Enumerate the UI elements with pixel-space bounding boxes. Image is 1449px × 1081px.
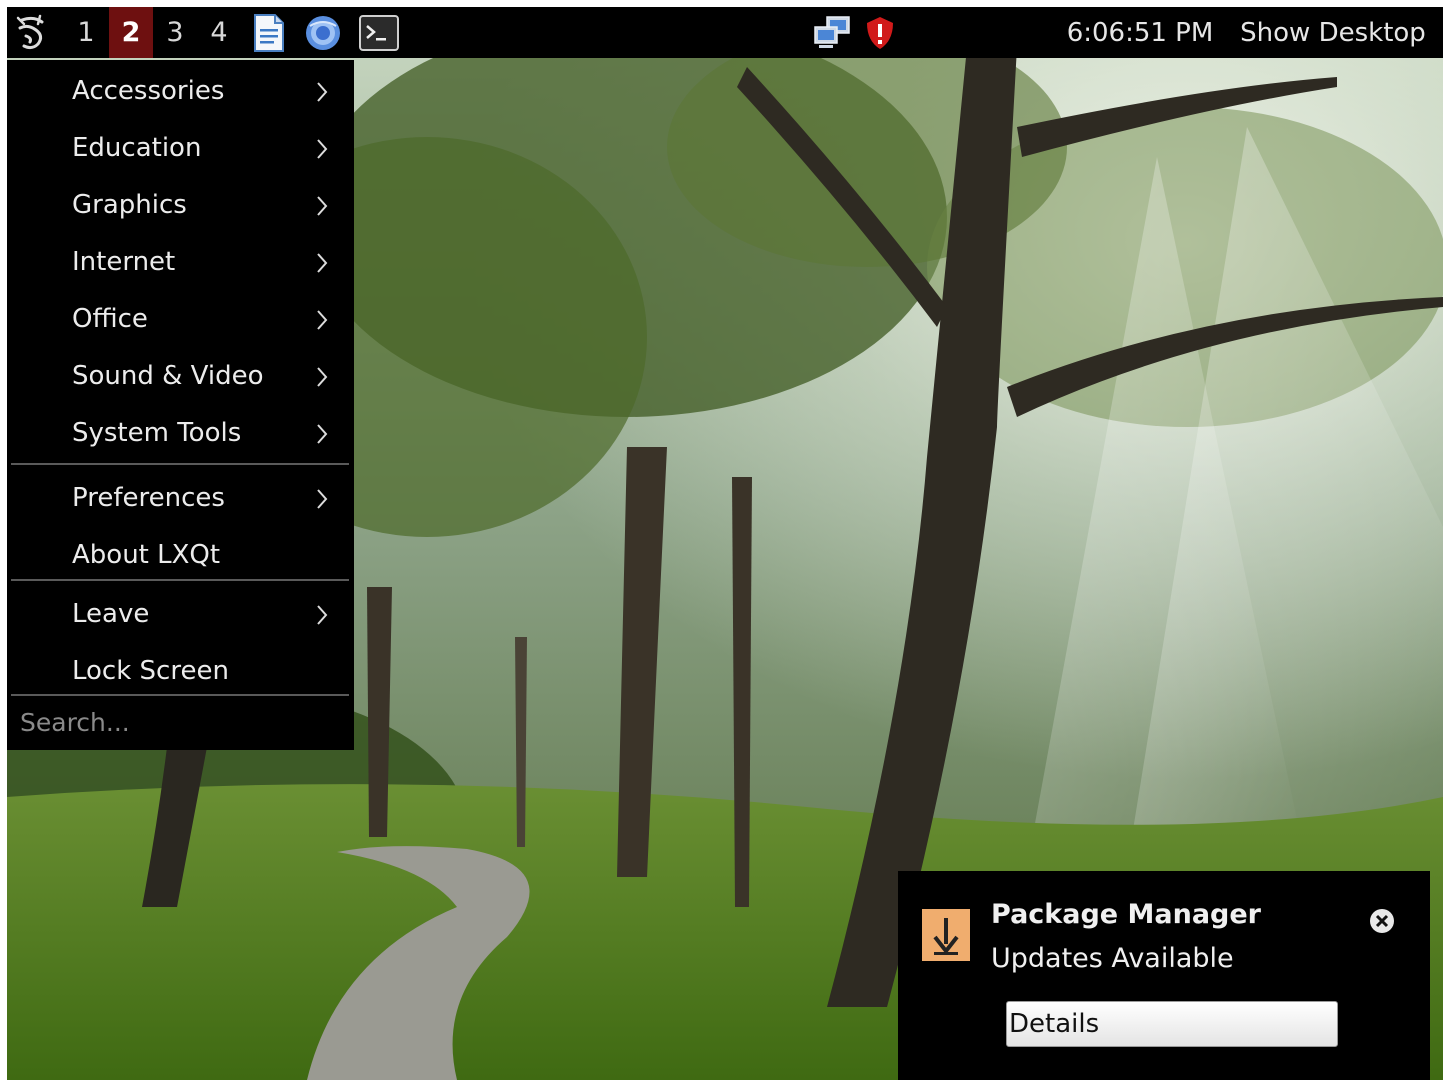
- desktop-switch-3[interactable]: 3: [153, 7, 197, 58]
- menu-item-lock-screen[interactable]: Lock Screen: [7, 644, 354, 698]
- menu-item-office[interactable]: Office: [7, 292, 354, 346]
- web-browser-icon: [306, 15, 340, 50]
- menu-item-label: Preferences: [72, 483, 225, 513]
- details-button[interactable]: Details: [1006, 1001, 1338, 1047]
- menu-separator: [11, 463, 349, 465]
- desktop-screen: 1 2 3 4 6:06:51 PM Show Desktop Accessor…: [7, 7, 1443, 1080]
- quicklaunch-terminal[interactable]: [357, 7, 401, 58]
- panel-clock[interactable]: 6:06:51 PM: [1060, 7, 1220, 58]
- menu-item-label: Sound & Video: [72, 361, 264, 391]
- menu-item-label: Graphics: [72, 190, 187, 220]
- application-menu: Accessories Education Graphics Internet …: [7, 60, 354, 750]
- menu-item-leave[interactable]: Leave: [7, 587, 354, 641]
- document-icon: [254, 13, 284, 52]
- quicklaunch-document[interactable]: [249, 7, 289, 58]
- tray-network[interactable]: [811, 7, 855, 58]
- security-shield-icon: [867, 16, 893, 49]
- quicklaunch-browser[interactable]: [301, 7, 345, 58]
- desktop-switch-2[interactable]: 2: [109, 7, 153, 58]
- chevron-right-icon: [317, 310, 328, 330]
- menu-item-education[interactable]: Education: [7, 121, 354, 175]
- network-icon: [814, 15, 850, 48]
- notification-title: Package Manager: [991, 899, 1261, 930]
- menu-item-accessories[interactable]: Accessories: [7, 64, 354, 118]
- chevron-right-icon: [317, 82, 328, 102]
- main-menu-button[interactable]: [7, 7, 57, 58]
- menu-separator: [11, 579, 349, 581]
- menu-item-label: Education: [72, 133, 202, 163]
- chevron-right-icon: [317, 253, 328, 273]
- desktop-switch-1[interactable]: 1: [64, 7, 108, 58]
- desktop-switch-4[interactable]: 4: [197, 7, 241, 58]
- menu-item-graphics[interactable]: Graphics: [7, 178, 354, 232]
- chevron-right-icon: [317, 424, 328, 444]
- menu-search-input[interactable]: [7, 697, 354, 747]
- menu-item-about-lxqt[interactable]: About LXQt: [7, 528, 354, 582]
- tray-security[interactable]: [860, 7, 900, 58]
- close-icon[interactable]: [1368, 907, 1396, 935]
- show-desktop-button[interactable]: Show Desktop: [1233, 7, 1433, 58]
- terminal-icon: [359, 14, 399, 51]
- menu-item-label: Office: [72, 304, 148, 334]
- menu-item-label: Accessories: [72, 76, 225, 106]
- download-arrow-icon: [922, 909, 970, 961]
- menu-item-sound-video[interactable]: Sound & Video: [7, 349, 354, 403]
- menu-item-label: System Tools: [72, 418, 242, 448]
- menu-item-system-tools[interactable]: System Tools: [7, 406, 354, 460]
- menu-item-label: Internet: [72, 247, 176, 277]
- menu-item-label: Leave: [72, 599, 150, 629]
- lxqt-logo-icon: [16, 14, 44, 49]
- menu-separator: [11, 694, 349, 696]
- menu-item-label: Lock Screen: [72, 656, 229, 686]
- chevron-right-icon: [317, 605, 328, 625]
- top-panel: 1 2 3 4 6:06:51 PM Show Desktop: [7, 7, 1443, 58]
- chevron-right-icon: [317, 489, 328, 509]
- menu-item-label: About LXQt: [72, 540, 221, 570]
- notification-body: Updates Available: [991, 943, 1234, 974]
- menu-item-internet[interactable]: Internet: [7, 235, 354, 289]
- chevron-right-icon: [317, 196, 328, 216]
- menu-item-preferences[interactable]: Preferences: [7, 471, 354, 525]
- notification-popup: Package Manager Updates Available Detail…: [898, 871, 1430, 1080]
- chevron-right-icon: [317, 139, 328, 159]
- chevron-right-icon: [317, 367, 328, 387]
